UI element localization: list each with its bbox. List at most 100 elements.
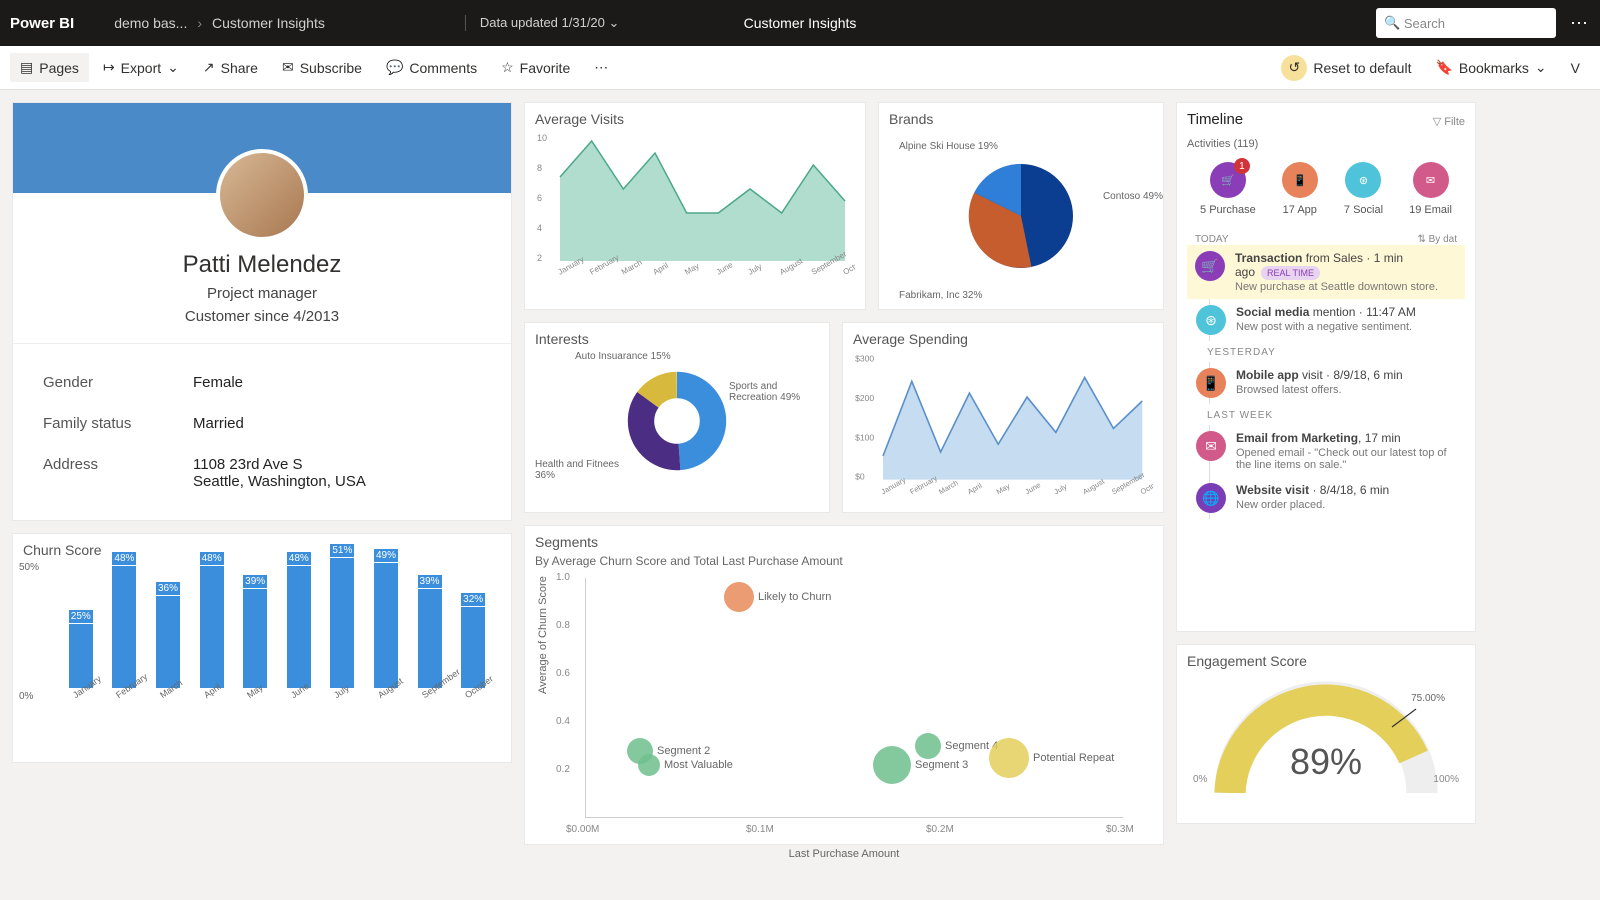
timeline-section: YESTERDAY: [1207, 347, 1465, 358]
breadcrumb: demo bas... › Customer Insights: [114, 15, 325, 31]
customer-since: Customer since 4/2013: [33, 308, 491, 325]
profile-banner: [13, 103, 511, 193]
chevron-down-icon: ⌄: [609, 15, 620, 30]
right-column: Timeline ▽ Filte Activities (119) 🛒15 Pu…: [1176, 102, 1476, 888]
bookmarks-button[interactable]: 🔖Bookmarks⌄: [1425, 53, 1556, 82]
svg-text:6: 6: [537, 193, 542, 203]
card-title: Timeline: [1187, 111, 1243, 128]
interests-chart[interactable]: Interests Auto Insuarance 15% Sports and…: [524, 322, 830, 513]
timeline-item[interactable]: 🌐 Website visit · 8/4/18, 6 minNew order…: [1188, 477, 1465, 519]
search-icon: 🔍: [1384, 15, 1400, 31]
crumb-report[interactable]: Customer Insights: [212, 15, 325, 31]
mail-icon: ✉: [282, 59, 294, 76]
share-icon: ⊛: [1196, 305, 1226, 335]
report-canvas: Patti Melendez Project manager Customer …: [0, 90, 1600, 900]
cart-icon: 🛒: [1195, 251, 1225, 281]
timeline-item[interactable]: 📱 Mobile app visit · 8/9/18, 6 minBrowse…: [1188, 362, 1465, 404]
activity-purchase[interactable]: 🛒15 Purchase: [1200, 162, 1256, 216]
chevron-down-icon: ⌄: [167, 59, 179, 76]
detail-row: GenderFemale: [43, 362, 481, 403]
pie-label: Contoso 49%: [1103, 191, 1163, 202]
star-icon: ☆: [501, 59, 514, 76]
engagement-score-card[interactable]: Engagement Score 89% 0% 100% 75.00%: [1176, 644, 1476, 824]
svg-text:$100: $100: [855, 432, 874, 442]
activity-social[interactable]: ⊛7 Social: [1344, 162, 1383, 216]
view-button[interactable]: V: [1561, 54, 1590, 82]
cart-icon: 🛒1: [1210, 162, 1246, 198]
svg-text:April: April: [966, 481, 984, 496]
chart-title: Brands: [889, 111, 1153, 127]
mail-icon: ✉: [1413, 162, 1449, 198]
customer-profile-card: Patti Melendez Project manager Customer …: [12, 102, 512, 521]
timeline-item[interactable]: 🛒 Transaction from Sales · 1 min agoREAL…: [1187, 245, 1465, 299]
crumb-workspace[interactable]: demo bas...: [114, 15, 187, 31]
donut-chart: [617, 361, 737, 481]
donut-label: Auto Insuarance 15%: [575, 351, 671, 362]
comment-icon: 💬: [386, 59, 403, 76]
export-button[interactable]: ↦Export⌄: [93, 53, 189, 82]
pages-button[interactable]: ▤Pages: [10, 53, 89, 82]
activity-email[interactable]: ✉19 Email: [1409, 162, 1452, 216]
pages-icon: ▤: [20, 59, 33, 76]
svg-text:April: April: [652, 261, 671, 277]
filter-button[interactable]: ▽ Filte: [1433, 115, 1465, 128]
favorite-button[interactable]: ☆Favorite: [491, 53, 580, 82]
activities-count: Activities (119): [1187, 138, 1465, 150]
subscribe-button[interactable]: ✉Subscribe: [272, 53, 372, 82]
avatar: [216, 149, 308, 241]
activity-app[interactable]: 📱17 App: [1282, 162, 1318, 216]
svg-text:May: May: [683, 261, 701, 276]
share-button[interactable]: ↗Share: [193, 53, 268, 82]
reset-default-button[interactable]: ↺Reset to default: [1271, 49, 1421, 87]
customer-role: Project manager: [33, 285, 491, 302]
reset-icon: ↺: [1281, 55, 1307, 81]
chart-title: Average Spending: [853, 331, 1153, 347]
overflow-button[interactable]: ⋯: [584, 53, 618, 82]
detail-row: Address1108 23rd Ave SSeattle, Washingto…: [43, 444, 481, 502]
area-chart: $0$100$200$300 JanuaryFebruaryMarchApril…: [853, 351, 1153, 501]
chart-title: Engagement Score: [1187, 653, 1465, 669]
phone-icon: 📱: [1282, 162, 1318, 198]
phone-icon: 📱: [1196, 368, 1226, 398]
segments-chart[interactable]: Segments By Average Churn Score and Tota…: [524, 525, 1164, 845]
command-bar: ▤Pages ↦Export⌄ ↗Share ✉Subscribe 💬Comme…: [0, 46, 1600, 90]
svg-text:March: March: [937, 478, 960, 496]
pie-label: Fabrikam, Inc 32%: [899, 290, 982, 301]
svg-text:June: June: [715, 260, 735, 277]
chart-subtitle: By Average Churn Score and Total Last Pu…: [535, 554, 1153, 568]
avg-spending-chart[interactable]: Average Spending $0$100$200$300 JanuaryF…: [842, 322, 1164, 513]
share-icon: ↗: [203, 59, 215, 76]
export-icon: ↦: [103, 59, 115, 76]
chevron-down-icon: ⌄: [1535, 59, 1547, 76]
svg-text:10: 10: [537, 133, 547, 143]
search-input[interactable]: 🔍 Search: [1376, 8, 1556, 38]
svg-text:July: July: [1052, 482, 1068, 497]
timeline-section: LAST WEEK: [1207, 410, 1465, 421]
timeline-item[interactable]: ⊛ Social media mention · 11:47 AMNew pos…: [1188, 299, 1465, 341]
top-bar: Power BI demo bas... › Customer Insights…: [0, 0, 1600, 46]
churn-score-chart[interactable]: Churn Score 50%0% 25%January48%February3…: [12, 533, 512, 763]
svg-text:$200: $200: [855, 393, 874, 403]
svg-text:June: June: [1024, 480, 1043, 496]
comments-button[interactable]: 💬Comments: [376, 53, 487, 82]
pie-label: Alpine Ski House 19%: [899, 141, 998, 152]
donut-label: Sports and Recreation 49%: [729, 381, 819, 403]
mail-icon: ✉: [1196, 431, 1226, 461]
share-icon: ⊛: [1345, 162, 1381, 198]
donut-label: Health and Fitnees 36%: [535, 459, 625, 481]
timeline-item[interactable]: ✉ Email from Marketing, 17 minOpened ema…: [1188, 425, 1465, 477]
chart-title: Churn Score: [23, 542, 501, 558]
scatter-area: 0.20.40.60.81.0$0.00M$0.1M$0.2M$0.3MLike…: [585, 578, 1123, 818]
gauge-value: 89%: [1290, 741, 1362, 783]
left-column: Patti Melendez Project manager Customer …: [12, 102, 512, 888]
svg-text:May: May: [995, 481, 1012, 496]
pie-chart: [956, 151, 1086, 281]
data-updated[interactable]: Data updated 1/31/20 ⌄: [465, 15, 620, 31]
brand: Power BI: [10, 15, 74, 32]
avg-visits-chart[interactable]: Average Visits 246810 JanuaryFebruaryMar…: [524, 102, 866, 310]
brands-chart[interactable]: Brands Alpine Ski House 19% Contoso 49% …: [878, 102, 1164, 310]
realtime-badge: REAL TIME: [1261, 266, 1320, 280]
more-options-button[interactable]: ⋯: [1570, 13, 1590, 34]
svg-text:$0: $0: [855, 472, 865, 482]
timeline-card: Timeline ▽ Filte Activities (119) 🛒15 Pu…: [1176, 102, 1476, 632]
